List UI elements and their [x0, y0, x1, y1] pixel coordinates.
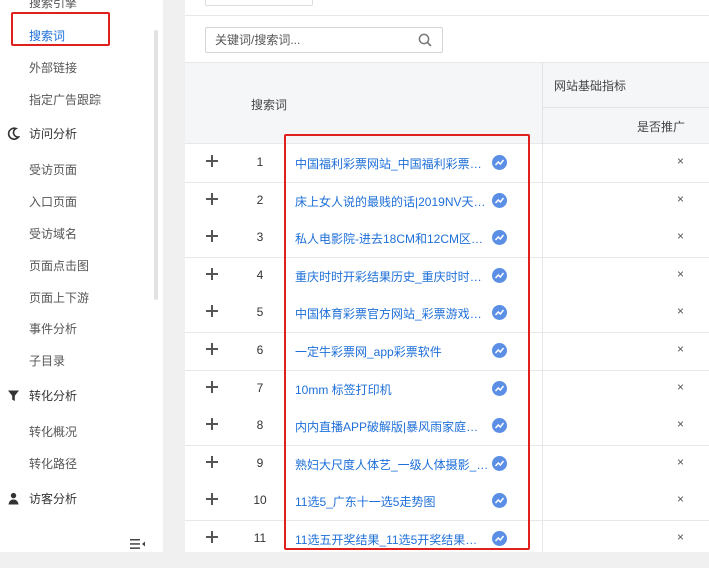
collapse-menu-icon[interactable] — [130, 538, 146, 553]
sidebar-item-page-flow[interactable]: 页面上下游 — [29, 289, 89, 306]
expand-plus-icon[interactable] — [206, 455, 218, 468]
divider — [185, 15, 709, 16]
sidebar-scrollbar[interactable] — [154, 30, 158, 300]
expand-plus-icon[interactable] — [206, 305, 218, 318]
sidebar-item-event-analysis[interactable]: 事件分析 — [29, 320, 77, 337]
promoted-status: × — [677, 191, 685, 206]
expand-plus-icon[interactable] — [206, 380, 218, 393]
expand-plus-icon[interactable] — [206, 230, 218, 243]
highlight-box-keywords — [284, 134, 530, 550]
row-index: 5 — [256, 305, 264, 320]
row-index: 9 — [256, 455, 264, 470]
promoted-status: × — [677, 492, 685, 507]
row-index: 6 — [256, 343, 264, 357]
promoted-status: × — [677, 229, 685, 244]
user-icon — [6, 492, 20, 506]
sidebar-group-conversion-analysis[interactable]: 转化分析 — [6, 387, 77, 404]
keyword-search-box[interactable] — [205, 27, 443, 53]
row-index: 4 — [256, 267, 264, 282]
expand-plus-icon[interactable] — [206, 493, 218, 506]
sidebar-item-ad-tracking[interactable]: 指定广告跟踪 — [29, 91, 101, 108]
promoted-status: × — [677, 154, 685, 168]
row-index: 1 — [256, 155, 264, 169]
date-selector[interactable] — [205, 0, 313, 6]
sidebar-item-external-links[interactable]: 外部链接 — [29, 59, 77, 76]
promoted-status: × — [677, 454, 685, 469]
sidebar-item-click-map[interactable]: 页面点击图 — [29, 257, 89, 274]
sidebar-group-visitor-analysis[interactable]: 访客分析 — [6, 490, 77, 507]
column-header-keyword: 搜索词 — [251, 98, 288, 112]
keyword-search-input[interactable] — [206, 28, 406, 52]
expand-plus-icon[interactable] — [206, 531, 218, 543]
promoted-status: × — [677, 417, 685, 432]
layout-gap — [163, 0, 185, 552]
row-index: 7 — [256, 380, 264, 395]
row-index: 3 — [256, 230, 264, 245]
sidebar-item-visited-domains[interactable]: 受访域名 — [29, 225, 77, 242]
sidebar-item-conversion-overview[interactable]: 转化概况 — [29, 423, 77, 440]
moon-icon — [6, 127, 20, 141]
row-index: 10 — [253, 493, 267, 508]
row-index: 2 — [256, 192, 264, 207]
sidebar-group-label: 访问分析 — [29, 127, 78, 141]
expand-plus-icon[interactable] — [206, 192, 218, 205]
table-header: 搜索词 网站基础指标 是否推广 — [185, 62, 709, 145]
sidebar-item-entry-pages[interactable]: 入口页面 — [29, 193, 77, 210]
sidebar-item-search-engine[interactable]: 搜索引擎 — [29, 0, 77, 11]
sidebar-group-label: 访客分析 — [29, 492, 78, 506]
column-group-basic-metrics: 网站基础指标 — [554, 79, 627, 93]
bottom-strip — [0, 552, 709, 568]
highlight-box-search-words — [11, 12, 110, 46]
expand-plus-icon[interactable] — [206, 418, 218, 431]
promoted-status: × — [677, 342, 685, 356]
sidebar-item-conversion-path[interactable]: 转化路径 — [29, 455, 77, 472]
expand-plus-icon[interactable] — [206, 155, 218, 167]
search-icon[interactable] — [418, 33, 432, 50]
expand-plus-icon[interactable] — [206, 343, 218, 355]
sidebar-item-subdirectory[interactable]: 子目录 — [29, 352, 65, 369]
sidebar-group-visit-analysis[interactable]: 访问分析 — [6, 125, 77, 142]
sidebar-group-label: 转化分析 — [29, 389, 78, 403]
promoted-status: × — [677, 379, 685, 394]
promoted-status: × — [677, 266, 685, 281]
promoted-status: × — [677, 530, 685, 544]
row-index: 8 — [256, 418, 264, 433]
sidebar-item-visited-pages[interactable]: 受访页面 — [29, 161, 77, 178]
expand-plus-icon[interactable] — [206, 267, 218, 280]
column-header-promoted[interactable]: 是否推广 — [637, 118, 685, 135]
sidebar: 搜索引擎 搜索词 外部链接 指定广告跟踪 访问分析 受访页面 入口页面 受访域名… — [0, 0, 163, 552]
funnel-icon — [6, 389, 20, 403]
promoted-status: × — [677, 304, 685, 319]
row-index: 11 — [253, 531, 267, 545]
